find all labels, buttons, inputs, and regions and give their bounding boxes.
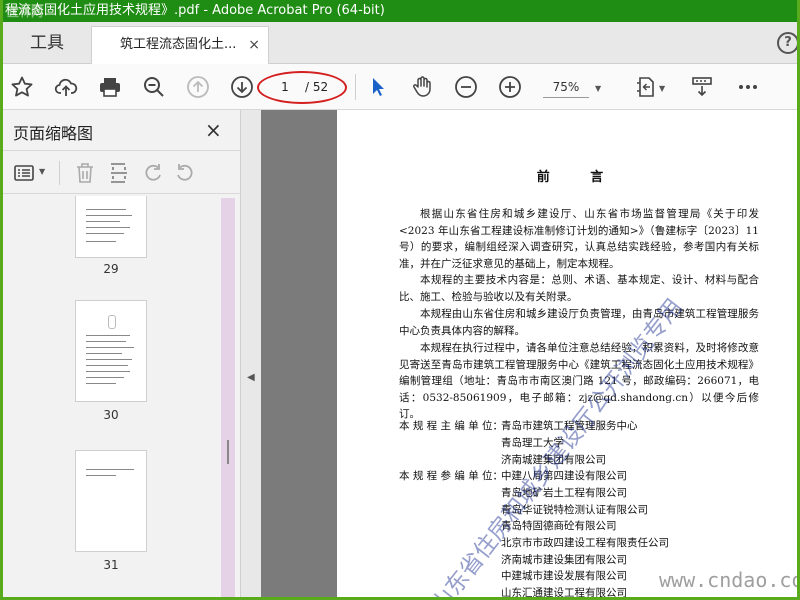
zoom-out-search-button[interactable] xyxy=(139,72,169,102)
page-total-label: / 52 xyxy=(305,80,329,94)
page-navigator: / 52 xyxy=(267,76,339,98)
cursor-arrow-icon xyxy=(373,78,384,96)
next-page-button[interactable] xyxy=(227,72,257,102)
chevron-down-icon[interactable]: ▼ xyxy=(595,84,601,93)
insert-page-icon[interactable] xyxy=(107,161,131,185)
paragraph: 根据山东省住房和城乡建设厅、山东省市场监督管理局《关于印发<2023 年山东省工… xyxy=(399,208,759,270)
plus-circle-icon xyxy=(499,76,521,98)
main-toolbar: / 52 75% ▼ ▼ xyxy=(3,64,797,110)
org-name: 中建八局第四建设有限公司 xyxy=(501,470,627,482)
scrolling-mode-button[interactable] xyxy=(687,72,717,102)
thumbnails-panel: 页面缩略图 × ▼ 29 30 31 xyxy=(3,110,241,597)
chief-org-row: 本 规 程 主 编 单 位： 青岛市建筑工程管理服务中心 xyxy=(399,418,638,435)
org-name: 青岛地矿岩土工程有限公司 xyxy=(501,487,627,499)
hand-tool-button[interactable] xyxy=(407,72,437,102)
panel-toolbar-divider xyxy=(59,161,60,185)
page-fit-button[interactable] xyxy=(631,72,661,102)
fit-page-icon xyxy=(637,77,654,97)
org-name: 山东汇通建设工程有限公司 xyxy=(501,587,627,599)
collapse-panel-handle[interactable]: ◀ xyxy=(241,110,261,597)
chief-org-label: 本 规 程 主 编 单 位： xyxy=(399,420,504,432)
rotate-counterclockwise-icon[interactable] xyxy=(141,161,165,185)
org-name: 青岛华证锐特检测认证有限公司 xyxy=(501,504,648,516)
page-thumbnail[interactable] xyxy=(75,450,147,552)
more-dots-icon xyxy=(739,85,757,89)
magnifier-minus-icon xyxy=(144,77,164,97)
tab-tools[interactable]: 工具 xyxy=(3,22,91,64)
paragraph: 本规程的主要技术内容是：总则、术语、基本规定、设计、材料与配合比、施工、检验与验… xyxy=(399,274,759,303)
app-window: 程流态固化土应用技术规程》.pdf - Adobe Acrobat Pro (6… xyxy=(0,0,800,600)
scroll-mode-icon xyxy=(692,77,712,97)
printer-icon xyxy=(100,78,120,97)
zoom-out-button[interactable] xyxy=(451,72,481,102)
site-watermark-logo: 宜林网 xyxy=(7,5,44,19)
document-viewport[interactable]: 前 言 根据山东省住房和城乡建设厅、山东省市场监督管理局《关于印发<2023 年… xyxy=(261,110,797,599)
org-name: 北京市市政四建设工程有限责任公司 xyxy=(501,537,669,549)
scrollbar-thumb[interactable] xyxy=(227,440,229,464)
participant-org-label: 本 规 程 参 编 单 位： xyxy=(399,470,504,482)
chevron-left-icon: ◀ xyxy=(247,372,255,383)
tab-bar: 工具 筑工程流态固化土... × ? xyxy=(3,22,797,64)
select-tool-button[interactable] xyxy=(363,72,393,102)
zoom-level-select[interactable]: 75% xyxy=(543,76,589,98)
page-thumbnail[interactable] xyxy=(75,300,147,402)
close-tab-button[interactable]: × xyxy=(248,27,260,63)
more-tools-button[interactable] xyxy=(733,72,763,102)
panel-title: 页面缩略图 xyxy=(13,124,94,143)
trash-icon[interactable] xyxy=(73,161,97,185)
rotate-clockwise-icon[interactable] xyxy=(173,161,197,185)
participant-org-row: 本 规 程 参 编 单 位： 中建八局第四建设有限公司 xyxy=(399,468,627,485)
org-name: 青岛市建筑工程管理服务中心 xyxy=(501,420,638,432)
title-bar: 程流态固化土应用技术规程》.pdf - Adobe Acrobat Pro (6… xyxy=(3,0,797,22)
org-name: 青岛理工大学 xyxy=(501,437,564,449)
previous-page-button[interactable] xyxy=(183,72,213,102)
org-name: 青岛特固德商砼有限公司 xyxy=(501,520,617,532)
thumbnail-list: 29 30 31 xyxy=(3,196,241,597)
options-menu-icon[interactable] xyxy=(13,161,37,185)
help-button[interactable]: ? xyxy=(777,32,797,54)
arrow-up-circle-icon xyxy=(187,76,209,98)
thumbnail-page-number: 29 xyxy=(103,262,119,276)
org-name: 济南城市建设集团有限公司 xyxy=(501,554,627,566)
thumbnail-page-number: 30 xyxy=(103,408,119,422)
hand-icon xyxy=(413,76,431,97)
pdf-page: 前 言 根据山东省住房和城乡建设厅、山东省市场监督管理局《关于印发<2023 年… xyxy=(337,110,797,599)
arrow-down-circle-icon xyxy=(231,76,253,98)
upload-cloud-button[interactable] xyxy=(51,72,81,102)
paragraph: 本规程由山东省住房和城乡建设厅负责管理，由青岛市建筑工程管理服务中心负责具体内容… xyxy=(399,308,759,337)
page-heading: 前 言 xyxy=(536,170,622,185)
print-button[interactable] xyxy=(95,72,125,102)
toolbar-divider xyxy=(355,74,356,100)
zoom-in-button[interactable] xyxy=(495,72,525,102)
paragraph: 本规程在执行过程中，请各单位注意总结经验，积累资料，及时将修改意见寄送至青岛市建… xyxy=(399,342,759,421)
thumbnail-page-number: 31 xyxy=(103,558,119,572)
minus-circle-icon xyxy=(455,76,477,98)
tab-document-label: 筑工程流态固化土... xyxy=(120,37,237,52)
thumbnail-scrollbar[interactable] xyxy=(221,198,235,597)
window-title: 程流态固化土应用技术规程》.pdf - Adobe Acrobat Pro (6… xyxy=(5,3,385,18)
page-thumbnail[interactable] xyxy=(75,196,147,258)
chevron-down-icon[interactable]: ▼ xyxy=(659,84,665,93)
org-name: 中建城市建设发展有限公司 xyxy=(501,570,627,582)
page-number-input[interactable] xyxy=(267,76,303,98)
org-name: 济南城建集团有限公司 xyxy=(501,454,606,466)
bookmark-star-button[interactable] xyxy=(7,72,37,102)
tab-document[interactable]: 筑工程流态固化土... × xyxy=(91,26,269,64)
star-icon xyxy=(11,76,33,97)
close-panel-button[interactable]: × xyxy=(205,118,222,142)
cloud-upload-icon xyxy=(54,78,78,96)
panel-toolbar: ▼ xyxy=(3,150,241,194)
chevron-down-icon[interactable]: ▼ xyxy=(39,167,45,176)
